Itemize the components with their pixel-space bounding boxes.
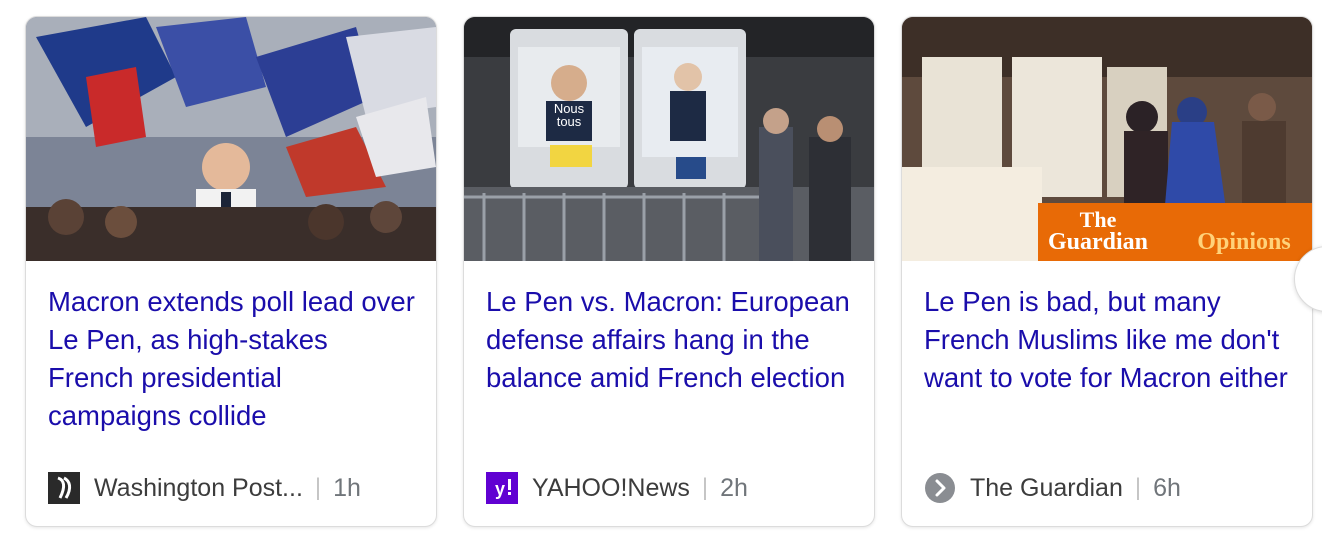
separator: | bbox=[314, 474, 322, 501]
news-thumbnail-2[interactable]: Nous tous bbox=[464, 17, 874, 261]
news-card-1[interactable]: Macron extends poll lead over Le Pen, as… bbox=[25, 16, 437, 527]
news-headline-3[interactable]: Le Pen is bad, but many French Muslims l… bbox=[924, 283, 1294, 397]
news-headline-1[interactable]: Macron extends poll lead over Le Pen, as… bbox=[48, 283, 418, 435]
news-source-row-1: Washington Post... | 1h bbox=[48, 471, 361, 505]
poster-slogan-line2: tous bbox=[557, 114, 582, 129]
guardian-watermark-name: Guardian bbox=[1048, 229, 1148, 255]
news-thumbnail-3[interactable]: The Guardian Opinions bbox=[902, 17, 1312, 261]
washington-post-logo-icon bbox=[48, 472, 80, 504]
guardian-watermark-section: Opinions bbox=[1197, 229, 1290, 255]
news-age: 1h bbox=[333, 473, 361, 502]
news-thumbnail-1[interactable] bbox=[26, 17, 436, 261]
separator: | bbox=[701, 474, 709, 501]
news-source-name: The Guardian bbox=[970, 473, 1123, 502]
voting-booth-image: The Guardian Opinions bbox=[902, 17, 1312, 261]
news-source-row-3: The Guardian | 6h bbox=[924, 471, 1181, 505]
svg-text:y: y bbox=[495, 479, 505, 499]
news-age: 6h bbox=[1153, 473, 1181, 502]
election-posters-image: Nous tous bbox=[464, 17, 874, 261]
news-headline-2[interactable]: Le Pen vs. Macron: European defense affa… bbox=[486, 283, 856, 397]
yahoo-logo-icon: y bbox=[486, 472, 518, 504]
news-source-name: Washington Post... bbox=[94, 473, 303, 502]
news-age: 2h bbox=[720, 473, 748, 502]
news-card-3[interactable]: The Guardian Opinions Le Pen is bad, but… bbox=[901, 16, 1313, 527]
guardian-chevron-icon bbox=[924, 472, 956, 504]
macron-rally-image bbox=[26, 17, 436, 261]
news-source-row-2: y YAHOO!News | 2h bbox=[486, 471, 748, 505]
news-card-2[interactable]: Nous tous Le Pen vs. Macron: European de… bbox=[463, 16, 875, 527]
news-source-name: YAHOO!News bbox=[532, 473, 690, 502]
separator: | bbox=[1134, 474, 1142, 501]
